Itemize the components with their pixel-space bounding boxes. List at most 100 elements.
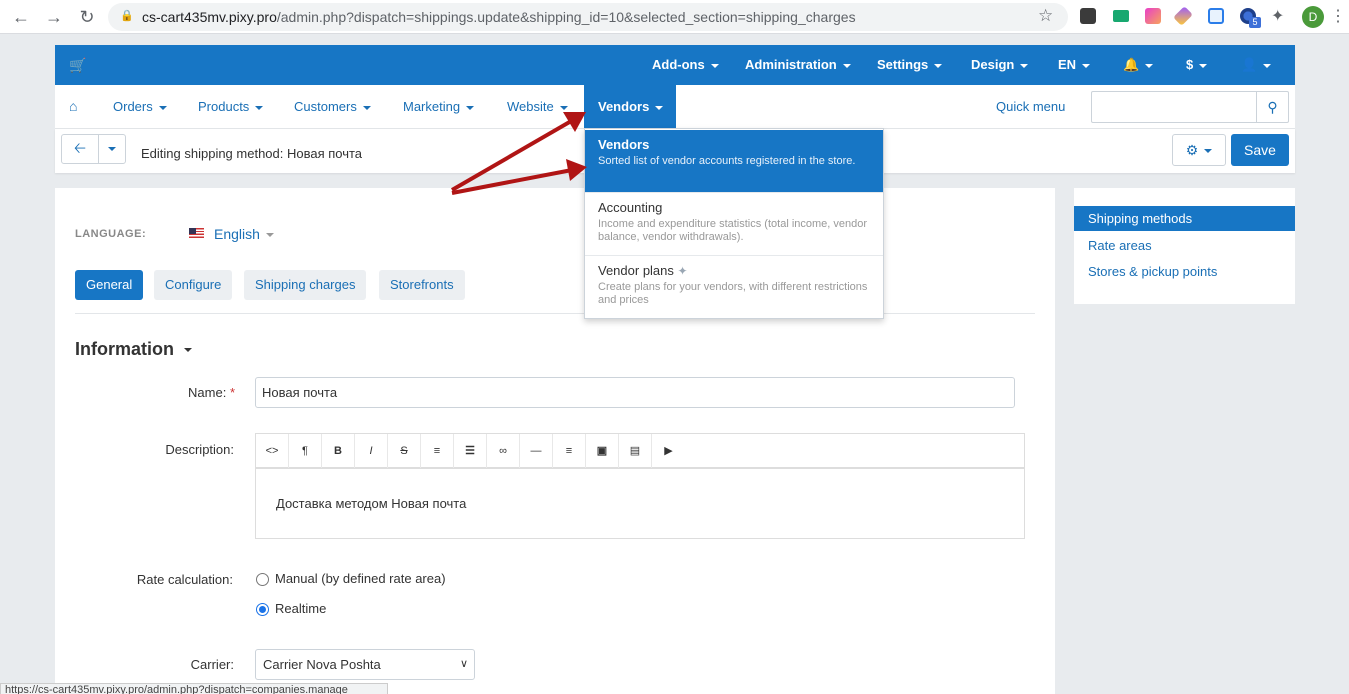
extension-badge: 5 (1249, 17, 1261, 28)
carrier-select[interactable]: Carrier Nova Poshta ∨ (255, 649, 475, 680)
screenshot-extension-icon[interactable] (1208, 8, 1224, 24)
admin-top-bar: 🛒 Add-ons Administration Settings Design… (55, 45, 1295, 85)
settings-menu[interactable]: Settings (877, 57, 943, 72)
horizontal-rule-icon[interactable]: — (520, 434, 553, 468)
information-section-toggle[interactable]: Information (75, 339, 192, 360)
cart-icon[interactable]: 🛒 (69, 57, 86, 74)
name-input[interactable]: Новая почта (255, 377, 1015, 408)
nav-products[interactable]: Products (198, 99, 264, 114)
numbered-list-icon[interactable]: ☰ (454, 434, 487, 468)
design-menu[interactable]: Design (971, 57, 1029, 72)
sidebar-item-stores-pickup[interactable]: Stores & pickup points (1088, 264, 1217, 279)
video-icon[interactable]: ▶ (652, 434, 685, 468)
sidebar-item-shipping-methods[interactable]: Shipping methods (1074, 206, 1295, 231)
nav-marketing[interactable]: Marketing (403, 99, 475, 114)
nav-vendors[interactable]: Vendors (584, 85, 676, 129)
menu-item-title-text: Vendor plans (598, 263, 674, 278)
main-content: LANGUAGE: English General Configure Ship… (55, 188, 1055, 694)
reload-icon[interactable]: ↻ (76, 6, 98, 28)
page-title: Editing shipping method: Новая почта (141, 146, 363, 161)
settings-gear-button[interactable]: ⚙ (1172, 134, 1226, 166)
nav-customers[interactable]: Customers (294, 99, 371, 114)
strikethrough-icon[interactable]: S (388, 434, 421, 468)
section-heading: Information (75, 339, 174, 359)
tab-storefronts[interactable]: Storefronts (379, 270, 465, 300)
admin-search-input[interactable]: ⚲ (1091, 91, 1289, 123)
bullet-list-icon[interactable]: ≡ (421, 434, 454, 468)
address-bar[interactable]: 🔒 cs-cart435mv.pixy.pro/admin.php?dispat… (108, 3, 1068, 31)
url-path: /admin.php?dispatch=shippings.update&shi… (276, 9, 856, 25)
save-button[interactable]: Save (1231, 134, 1289, 166)
menu-item-vendors[interactable]: Vendors Sorted list of vendor accounts r… (585, 130, 883, 193)
nav-website[interactable]: Website (507, 99, 568, 114)
tab-configure[interactable]: Configure (154, 270, 233, 300)
nav-orders[interactable]: Orders (113, 99, 167, 114)
tab-shipping-charges[interactable]: Shipping charges (244, 270, 367, 300)
required-mark: * (229, 385, 235, 400)
menu-item-title: Vendor plans ✦ (598, 263, 870, 278)
rate-realtime-label[interactable]: Realtime (275, 601, 326, 616)
profile-avatar[interactable]: D (1302, 6, 1324, 28)
paragraph-icon[interactable]: ¶ (289, 434, 322, 468)
quick-menu-link[interactable]: Quick menu (996, 99, 1065, 114)
gear-icon: ⚙ (1185, 142, 1199, 158)
pen-extension-icon[interactable] (1173, 6, 1193, 26)
us-flag-icon (189, 228, 204, 238)
notifications-menu[interactable]: 🔔 (1123, 57, 1154, 73)
user-icon: 👤 (1241, 57, 1258, 72)
selenium-extension-icon[interactable] (1080, 8, 1096, 24)
rate-manual-radio[interactable] (256, 573, 269, 586)
language-field-label: LANGUAGE: (75, 228, 147, 240)
align-icon[interactable]: ≡ (553, 434, 586, 468)
chevron-down-icon: ∨ (459, 658, 468, 670)
bold-icon[interactable]: B (322, 434, 355, 468)
more-menu-icon[interactable]: ⋮ (1330, 6, 1346, 26)
name-label: Name: * (75, 385, 235, 400)
rate-manual-label[interactable]: Manual (by defined rate area) (275, 571, 446, 586)
bookmark-star-icon[interactable]: ☆ (1038, 6, 1053, 26)
color-extension-icon[interactable] (1145, 8, 1161, 24)
nav-website-label: Website (507, 99, 554, 114)
sidebar-item-rate-areas[interactable]: Rate areas (1088, 238, 1152, 253)
url-host: cs-cart435mv.pixy.pro (142, 9, 277, 25)
tab-general[interactable]: General (75, 270, 144, 300)
addons-menu[interactable]: Add-ons (652, 57, 719, 72)
puzzle-icon[interactable]: ✦ (1271, 6, 1284, 26)
design-label: Design (971, 57, 1015, 72)
forward-arrow-icon[interactable]: → (43, 6, 65, 28)
back-arrow-icon[interactable]: ← (10, 6, 32, 28)
nav-marketing-label: Marketing (403, 99, 461, 114)
italic-icon[interactable]: I (355, 434, 388, 468)
back-button[interactable]: 🡠 (61, 134, 99, 164)
settings-label: Settings (877, 57, 929, 72)
menu-item-vendor-plans[interactable]: Vendor plans ✦ Create plans for your ven… (585, 256, 883, 318)
image-icon[interactable]: ▤ (619, 434, 652, 468)
bell-icon: 🔔 (1123, 57, 1140, 72)
home-icon[interactable]: ⌂ (69, 98, 77, 114)
addon-puzzle-icon: ✦ (677, 264, 688, 278)
menu-item-description: Income and expenditure statistics (total… (598, 218, 868, 243)
back-dropdown-button[interactable] (98, 134, 126, 164)
code-icon[interactable]: <> (256, 434, 289, 468)
menu-item-title: Accounting (598, 200, 663, 215)
language-label: EN (1058, 57, 1077, 72)
description-editor[interactable]: Доставка методом Новая почта (255, 469, 1025, 539)
administration-menu[interactable]: Administration (745, 57, 851, 72)
description-text: Доставка методом Новая почта (276, 496, 467, 511)
mail-extension-icon[interactable] (1113, 10, 1129, 22)
link-icon[interactable]: ∞ (487, 434, 520, 468)
section-sidebar: Shipping methods Rate areas Stores & pic… (1074, 188, 1295, 304)
menu-item-title: Vendors (598, 137, 650, 152)
search-icon[interactable]: ⚲ (1256, 92, 1288, 122)
user-menu[interactable]: 👤 (1241, 57, 1272, 73)
nav-orders-label: Orders (113, 99, 153, 114)
rate-realtime-radio[interactable] (256, 603, 269, 616)
menu-item-accounting[interactable]: Accounting Income and expenditure statis… (585, 193, 883, 256)
content-language-value: English (214, 226, 260, 242)
font-color-icon[interactable]: ▣ (586, 434, 619, 468)
browser-status-url: https://cs-cart435mv.pixy.pro/admin.php?… (0, 683, 388, 694)
language-menu[interactable]: EN (1058, 57, 1091, 72)
url-text[interactable]: cs-cart435mv.pixy.pro/admin.php?dispatch… (142, 9, 856, 25)
currency-menu[interactable]: $ (1186, 57, 1208, 72)
content-language-selector[interactable]: English (214, 226, 274, 242)
